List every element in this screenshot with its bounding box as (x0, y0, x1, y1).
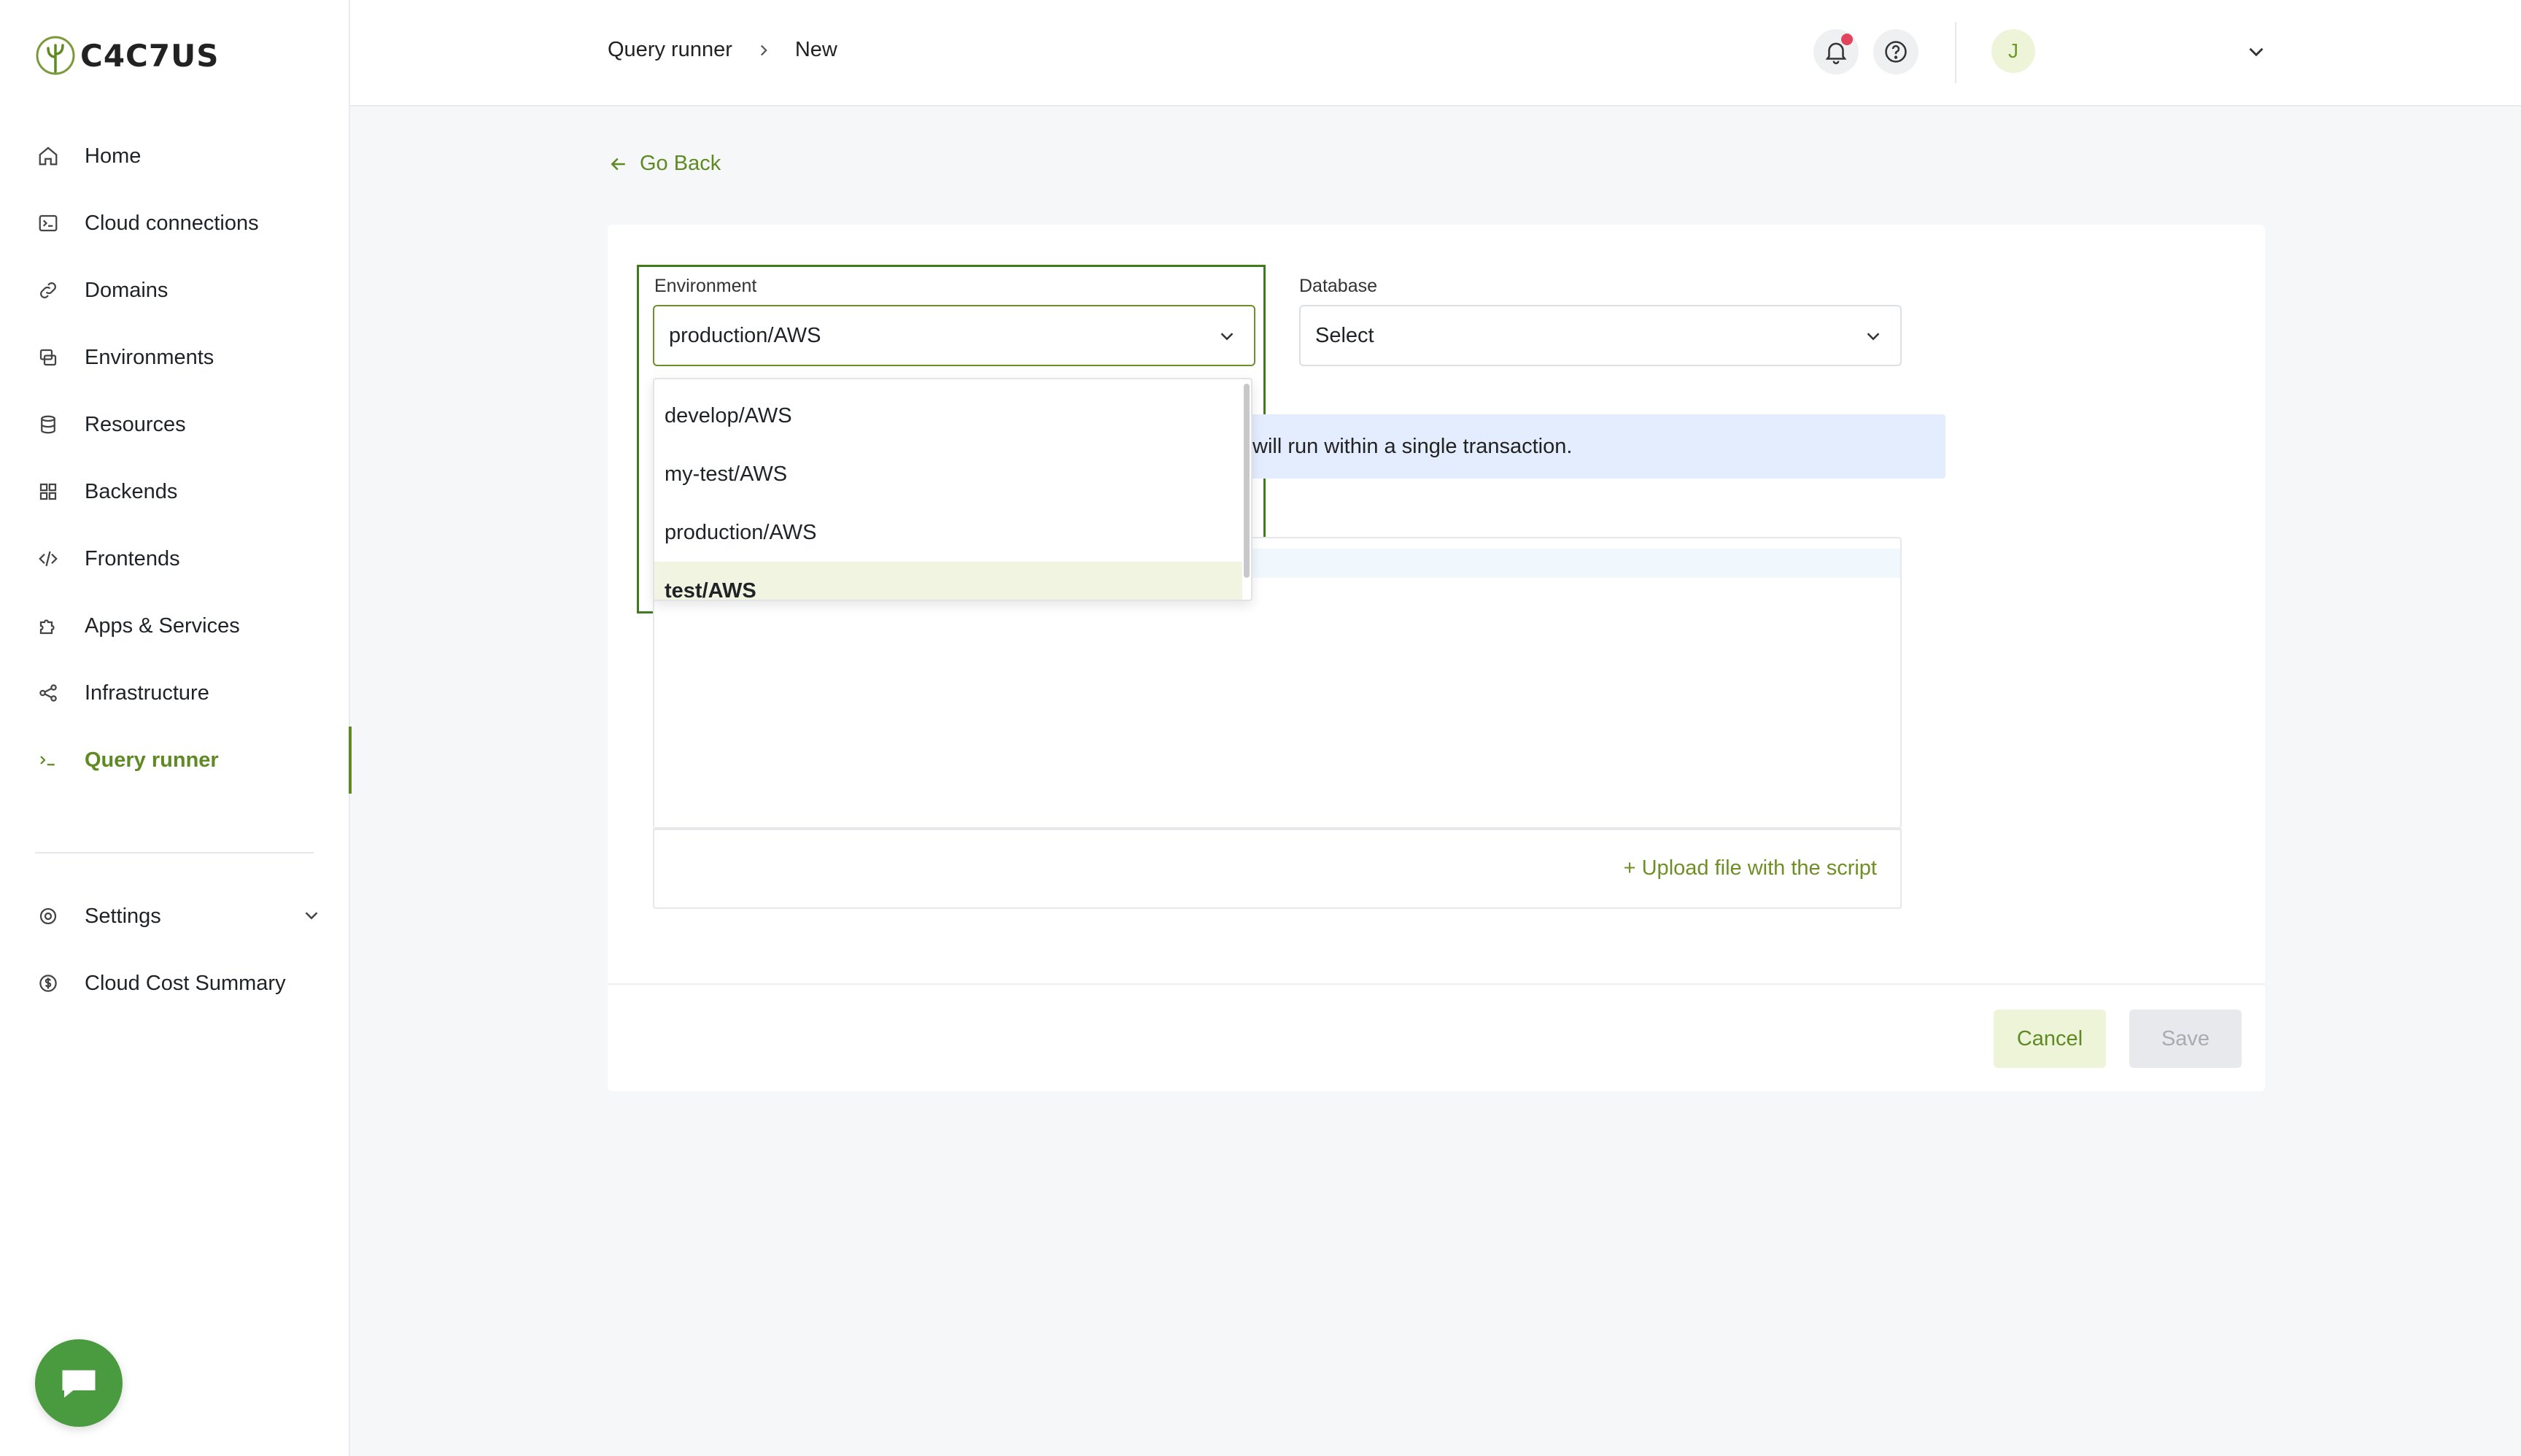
grid-icon (36, 480, 60, 503)
arrow-left-icon (611, 158, 625, 170)
sidebar-item-home[interactable]: Home (0, 123, 350, 190)
help-button[interactable] (1873, 29, 1918, 74)
chevron-down-icon (1867, 333, 1880, 341)
sidebar-item-environments[interactable]: Environments (0, 324, 350, 391)
cactus-logo-icon (36, 36, 75, 75)
sidebar-item-label: Cloud connections (85, 211, 259, 235)
environment-dropdown: develop/AWS my-test/AWS production/AWS t… (653, 378, 1252, 601)
sidebar-item-query-runner[interactable]: Query runner (0, 727, 352, 794)
dropdown-option-highlighted[interactable]: test/AWS (654, 562, 1242, 600)
breadcrumb-item-new: New (794, 38, 837, 61)
avatar[interactable]: J (1991, 29, 2035, 73)
sidebar-item-label: Frontends (85, 546, 180, 570)
topbar: Query runner New J (350, 0, 2521, 107)
chat-icon (62, 1370, 96, 1398)
go-back-label: Go Back (640, 152, 721, 175)
share-nodes-icon (36, 681, 60, 705)
dropdown-option[interactable]: my-test/AWS (654, 445, 1242, 503)
sidebar-item-label: Query runner (85, 748, 219, 772)
sidebar-item-label: Environments (85, 345, 214, 369)
environments-icon (36, 346, 60, 369)
link-icon (36, 279, 60, 302)
sidebar-item-cloud-cost-summary[interactable]: Cloud Cost Summary (0, 950, 350, 1017)
database-icon (36, 413, 60, 436)
home-icon (36, 144, 60, 168)
sidebar-item-frontends[interactable]: Frontends (0, 525, 350, 592)
code-icon (36, 547, 60, 570)
sidebar-item-label: Home (85, 144, 142, 168)
environment-label: Environment (654, 276, 757, 296)
breadcrumb: Query runner New (608, 38, 837, 62)
database-label: Database (1299, 276, 1378, 296)
terminal-square-icon (36, 212, 60, 235)
sidebar-item-settings[interactable]: Settings (0, 883, 350, 950)
brand-name: C4C7US (80, 37, 220, 74)
upload-file-link[interactable]: + Upload file with the script (1624, 856, 1877, 880)
sidebar-item-backends[interactable]: Backends (0, 458, 350, 525)
cancel-button[interactable]: Cancel (1994, 1010, 2106, 1068)
header-divider (1955, 22, 1956, 83)
sidebar-item-apps-services[interactable]: Apps & Services (0, 592, 350, 659)
chevron-down-icon[interactable] (301, 905, 322, 926)
chat-button[interactable] (35, 1339, 123, 1427)
upload-row: + Upload file with the script (653, 829, 1902, 909)
card-footer-divider (608, 983, 2265, 985)
breadcrumb-item-query-runner[interactable]: Query runner (608, 38, 732, 62)
sidebar-bottom-nav: Settings Cloud Cost Summary (0, 883, 350, 1017)
terminal-prompt-icon (36, 748, 60, 772)
dollar-circle-icon (36, 972, 60, 995)
sidebar-item-label: Resources (85, 412, 186, 436)
dropdown-scrollbar[interactable] (1244, 384, 1250, 578)
database-select-value: Select (1315, 323, 1374, 347)
sidebar-divider (35, 852, 314, 853)
sidebar-item-label: Settings (85, 904, 161, 928)
sidebar-item-label: Domains (85, 278, 169, 302)
sidebar-item-domains[interactable]: Domains (0, 257, 350, 324)
query-form-card: Environment production/AWS Database Sele… (608, 225, 2265, 1091)
dropdown-option[interactable]: production/AWS (654, 503, 1242, 562)
notifications-button[interactable] (1813, 29, 1859, 74)
sidebar-item-resources[interactable]: Resources (0, 391, 350, 458)
sidebar-nav: Home Cloud connections Domains Environme… (0, 123, 352, 794)
environment-select[interactable]: production/AWS (653, 305, 1255, 366)
help-circle-icon (1885, 41, 1907, 63)
sidebar-item-label: Infrastructure (85, 681, 209, 705)
environment-select-value: production/AWS (669, 323, 821, 347)
database-select[interactable]: Select (1299, 305, 1902, 366)
dropdown-option[interactable]: develop/AWS (654, 387, 1242, 445)
sidebar-item-label: Backends (85, 479, 178, 503)
sidebar-item-label: Apps & Services (85, 613, 240, 638)
notification-dot (1841, 34, 1853, 45)
gear-icon (36, 905, 60, 928)
puzzle-icon (36, 614, 60, 638)
info-banner-text: will run within a single transaction. (1252, 434, 1573, 458)
user-menu-chevron-down-icon[interactable] (2244, 39, 2269, 64)
sidebar-item-infrastructure[interactable]: Infrastructure (0, 659, 350, 727)
logo[interactable]: C4C7US (35, 34, 219, 77)
sidebar-item-cloud-connections[interactable]: Cloud connections (0, 190, 350, 257)
chevron-down-icon (1220, 333, 1234, 341)
go-back-link[interactable]: Go Back (608, 152, 721, 176)
chevron-right-icon (760, 44, 767, 55)
sidebar-item-label: Cloud Cost Summary (85, 971, 286, 995)
save-button[interactable]: Save (2129, 1010, 2242, 1068)
sidebar: C4C7US Home Cloud connections Domains En… (0, 0, 352, 1456)
